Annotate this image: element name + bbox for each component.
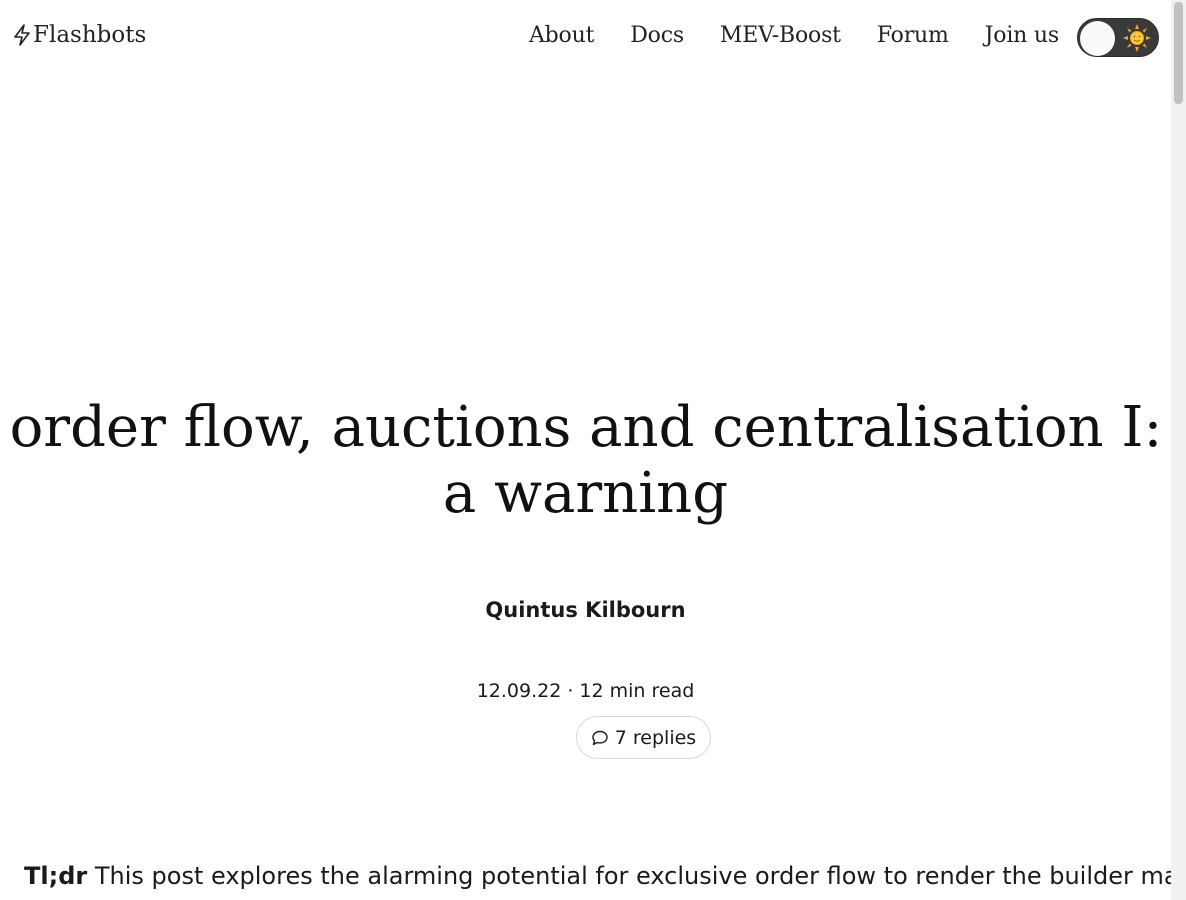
logo-link[interactable]: Flashbots [12,22,146,48]
nav-forum[interactable]: Forum [877,20,949,52]
lightning-bolt-icon [14,24,30,46]
article-title-line-2: a warning [442,461,729,526]
site-header: Flashbots About Docs MEV-Boost Forum Joi… [0,0,1171,74]
scrollbar[interactable] [1171,0,1186,900]
nav-docs[interactable]: Docs [630,20,684,52]
main-nav: About Docs MEV-Boost Forum Join us [529,20,1059,52]
speech-bubble-icon [592,730,608,745]
tldr-label: Tl;dr [24,862,88,890]
theme-toggle[interactable] [1077,18,1159,57]
nav-mev-boost[interactable]: MEV-Boost [720,20,841,52]
sun-icon [1123,24,1151,52]
tldr-text: This post explores the alarming potentia… [87,862,1171,890]
replies-label: 7 replies [614,726,697,749]
article-title-wrap: order flow, auctions and centralisation … [0,395,1171,527]
nav-join-us[interactable]: Join us [985,20,1060,52]
nav-about[interactable]: About [529,20,594,52]
tldr-paragraph: Tl;dr This post explores the alarming po… [24,858,1171,894]
toggle-knob [1080,21,1115,56]
scrollbar-thumb[interactable] [1174,2,1183,104]
article-meta: 12.09.22 · 12 min read [476,680,695,702]
article-author: Quintus Kilbourn [485,598,686,622]
article-title-line-1: order flow, auctions and centralisation … [9,395,1163,460]
logo-text: Flashbots [33,22,147,48]
article-title: order flow, auctions and centralisation … [0,395,1171,527]
replies-button[interactable]: 7 replies [576,716,711,759]
